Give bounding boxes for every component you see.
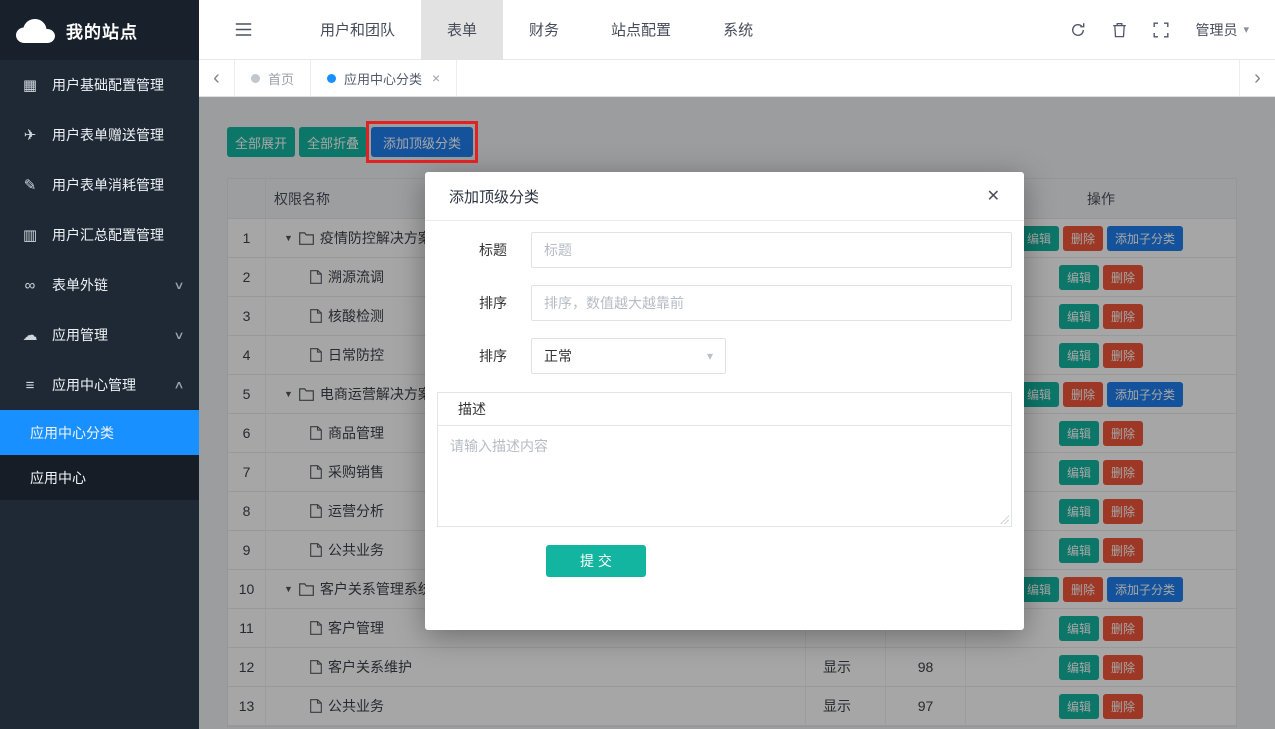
submit-button[interactable]: 提 交 xyxy=(546,545,646,577)
caret-down-icon: ▾ xyxy=(1243,23,1249,36)
open-tabs: 首页 × 应用中心分类 × xyxy=(235,60,457,96)
modal-body: 标题 排序 排序 正常 ▾ 描述 提 交 xyxy=(425,221,1024,577)
tabs-scroll-left-icon[interactable]: ‹ xyxy=(199,60,235,96)
sidebar-item-label: 应用管理 xyxy=(52,325,175,345)
sort-input[interactable] xyxy=(531,285,1012,321)
list-icon: ≡ xyxy=(20,377,40,394)
sidebar-item[interactable]: ▥ 用户汇总配置管理 ∨ xyxy=(0,210,199,260)
sidebar-item[interactable]: ∞ 表单外链 ∨ xyxy=(0,260,199,310)
cloud-icon: ☁ xyxy=(20,326,40,344)
tab-close-icon[interactable]: × xyxy=(432,70,440,86)
resize-handle[interactable] xyxy=(999,514,1009,524)
description-textarea-wrap xyxy=(438,426,1011,526)
sidebar-item[interactable]: ✈ 用户表单赠送管理 ∨ xyxy=(0,110,199,160)
sidebar-item-label: 应用中心管理 xyxy=(52,375,175,395)
description-box: 描述 xyxy=(437,392,1012,527)
sidebar-subitem-label: 应用中心分类 xyxy=(30,423,114,443)
user-name: 管理员 xyxy=(1195,20,1237,40)
sidebar-subitem[interactable]: 应用中心 xyxy=(0,455,199,500)
chevron-down-icon: ∨ xyxy=(173,379,184,392)
tab-label: 应用中心分类 xyxy=(344,69,422,88)
tab[interactable]: 首页 × xyxy=(235,60,311,96)
tab-bar: ‹ 首页 × 应用中心分类 × › xyxy=(199,60,1275,97)
send-icon: ✈ xyxy=(20,126,40,144)
topnav-item-label: 系统 xyxy=(723,19,753,40)
description-label: 描述 xyxy=(438,393,1011,426)
sidebar: 我的站点 ▦ 用户基础配置管理 ∨ ✈ 用户表单赠送管理 ∨ ✎ 用户表单消耗管… xyxy=(0,0,199,729)
tabs-scroll-right-icon[interactable]: › xyxy=(1239,60,1275,96)
chevron-down-icon: ∨ xyxy=(173,279,184,292)
topnav-item[interactable]: 系统 xyxy=(697,0,779,60)
sidebar-item-label: 用户表单消耗管理 xyxy=(52,175,183,195)
menu-fold-icon[interactable] xyxy=(235,23,252,36)
cloud-logo-icon xyxy=(14,17,56,44)
modal-header: 添加顶级分类 ✕ xyxy=(425,172,1024,221)
topnav-actions: 管理员 ▾ xyxy=(1070,20,1275,40)
bar-chart-icon: ▥ xyxy=(20,226,40,244)
title-field-label: 标题 xyxy=(437,240,531,260)
topnav-item-label: 用户和团队 xyxy=(320,19,395,40)
topnav-item[interactable]: 财务 xyxy=(503,0,585,60)
sidebar-submenu: 应用中心分类 应用中心 xyxy=(0,410,199,500)
tab-label: 首页 xyxy=(268,69,294,88)
chevron-down-icon: ▾ xyxy=(707,349,713,363)
fullscreen-icon[interactable] xyxy=(1153,22,1169,38)
state-select[interactable]: 正常 ▾ xyxy=(531,338,726,374)
sidebar-subitem-label: 应用中心 xyxy=(30,468,86,488)
sidebar-item-label: 用户表单赠送管理 xyxy=(52,125,183,145)
pen-icon: ✎ xyxy=(20,176,40,194)
sort-field-label: 排序 xyxy=(437,293,531,313)
tab[interactable]: 应用中心分类 × xyxy=(311,60,457,96)
sidebar-item-label: 用户汇总配置管理 xyxy=(52,225,183,245)
topnav-item-label: 表单 xyxy=(447,19,477,40)
state-field-row: 排序 正常 ▾ xyxy=(437,338,1012,374)
trash-icon[interactable] xyxy=(1112,22,1127,38)
modal-title: 添加顶级分类 xyxy=(449,186,539,207)
topnav-item[interactable]: 表单 xyxy=(421,0,503,60)
title-input[interactable] xyxy=(531,232,1012,268)
tab-dot xyxy=(327,74,336,83)
link-icon: ∞ xyxy=(20,277,40,294)
site-title: 我的站点 xyxy=(66,18,138,43)
sidebar-item[interactable]: ✎ 用户表单消耗管理 ∨ xyxy=(0,160,199,210)
tab-dot xyxy=(251,74,260,83)
sidebar-item-label: 表单外链 xyxy=(52,275,175,295)
sidebar-item-label: 用户基础配置管理 xyxy=(52,75,183,95)
state-field-label: 排序 xyxy=(437,346,531,366)
sidebar-item[interactable]: ≡ 应用中心管理 ∨ xyxy=(0,360,199,410)
sidebar-item[interactable]: ▦ 用户基础配置管理 ∨ xyxy=(0,60,199,110)
screen: 我的站点 ▦ 用户基础配置管理 ∨ ✈ 用户表单赠送管理 ∨ ✎ 用户表单消耗管… xyxy=(0,0,1275,729)
add-category-modal: 添加顶级分类 ✕ 标题 排序 排序 正常 ▾ 描述 xyxy=(425,172,1024,630)
chevron-down-icon: ∨ xyxy=(173,329,184,342)
sidebar-nav: ▦ 用户基础配置管理 ∨ ✈ 用户表单赠送管理 ∨ ✎ 用户表单消耗管理 ∨ ▥… xyxy=(0,60,199,500)
topnav-menu: 用户和团队 表单 财务 站点配置 系统 xyxy=(294,0,779,60)
topnav-item[interactable]: 用户和团队 xyxy=(294,0,421,60)
topnav-item[interactable]: 站点配置 xyxy=(585,0,697,60)
close-icon[interactable]: ✕ xyxy=(987,186,1000,206)
top-navbar: 用户和团队 表单 财务 站点配置 系统 管 xyxy=(199,0,1275,60)
grid-icon: ▦ xyxy=(20,76,40,94)
state-select-value: 正常 xyxy=(544,346,572,366)
sort-field-row: 排序 xyxy=(437,285,1012,321)
user-menu[interactable]: 管理员 ▾ xyxy=(1195,20,1249,40)
title-field-row: 标题 xyxy=(437,232,1012,268)
brand: 我的站点 xyxy=(0,0,199,60)
topnav-item-label: 财务 xyxy=(529,19,559,40)
sidebar-subitem[interactable]: 应用中心分类 xyxy=(0,410,199,455)
topnav-item-label: 站点配置 xyxy=(611,19,671,40)
description-textarea[interactable] xyxy=(438,426,1011,526)
refresh-icon[interactable] xyxy=(1070,22,1086,38)
sidebar-item[interactable]: ☁ 应用管理 ∨ xyxy=(0,310,199,360)
